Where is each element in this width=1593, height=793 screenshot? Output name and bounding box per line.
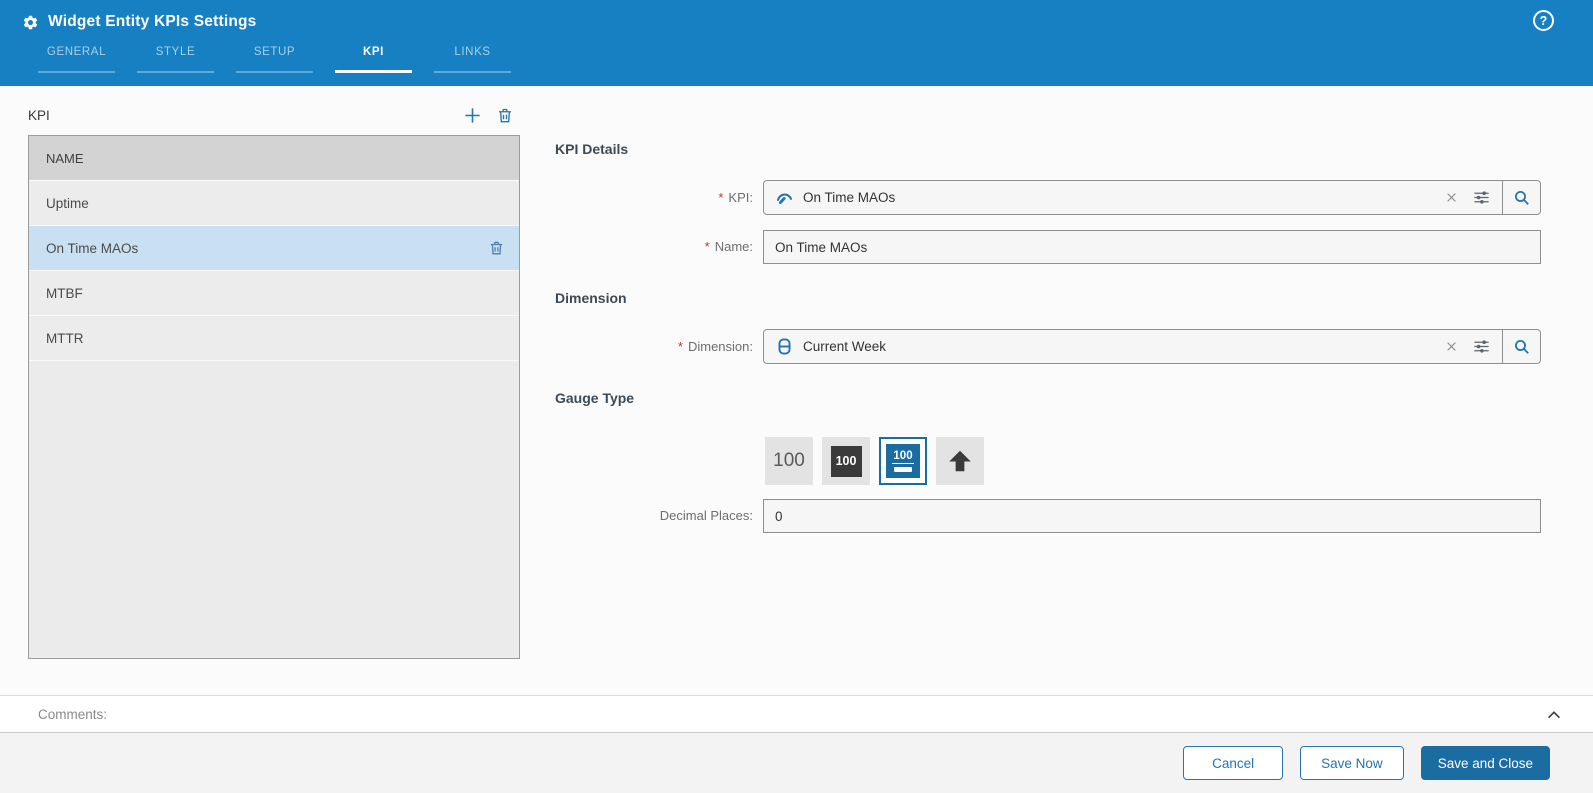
kpi-list-column-header: NAME xyxy=(29,136,519,181)
kpi-list: NAME Uptime On Time MAOs MTBF MTTR xyxy=(28,135,520,659)
dimension-value: Current Week xyxy=(803,339,887,354)
required-asterisk: * xyxy=(718,190,724,205)
kpi-details-heading: KPI Details xyxy=(555,141,629,157)
tab-kpi[interactable]: KPI xyxy=(324,46,423,73)
list-item-label: On Time MAOs xyxy=(46,240,139,256)
list-item-on-time-maos[interactable]: On Time MAOs xyxy=(29,226,519,271)
tab-setup[interactable]: SETUP xyxy=(225,46,324,73)
gear-icon xyxy=(23,15,38,29)
kpi-list-title: KPI xyxy=(28,108,50,123)
list-item-mtbf[interactable]: MTBF xyxy=(29,271,519,316)
tab-style[interactable]: STYLE xyxy=(126,46,225,73)
dimension-heading: Dimension xyxy=(555,290,627,306)
help-icon[interactable]: ? xyxy=(1533,10,1554,31)
gauge-type-heading: Gauge Type xyxy=(555,390,635,406)
list-item-mttr[interactable]: MTTR xyxy=(29,316,519,361)
cancel-button[interactable]: Cancel xyxy=(1183,746,1284,780)
tab-general[interactable]: GENERAL xyxy=(27,46,126,73)
gauge-option-trend-arrow[interactable] xyxy=(936,437,984,485)
plus-icon[interactable] xyxy=(463,106,482,125)
sliders-icon[interactable] xyxy=(1472,188,1491,207)
magnifier-icon xyxy=(1514,190,1529,205)
clear-x-icon[interactable] xyxy=(1445,340,1458,353)
gauge-type-options: 100 100 100 xyxy=(765,437,984,485)
dialog-header: Widget Entity KPIs Settings ? GENERAL ST… xyxy=(0,0,1593,86)
arrow-up-icon xyxy=(949,450,971,472)
decimal-places-label: Decimal Places: xyxy=(659,508,753,523)
trash-icon[interactable] xyxy=(496,106,514,125)
tab-links[interactable]: LINKS xyxy=(423,46,522,73)
dimension-lookup-field[interactable]: Current Week xyxy=(763,329,1541,364)
kpi-search-button[interactable] xyxy=(1502,181,1540,214)
list-item-label: MTTR xyxy=(46,330,84,346)
gauge-option-number-dark-box[interactable]: 100 xyxy=(822,437,870,485)
dimension-search-button[interactable] xyxy=(1502,330,1540,363)
gauge-icon xyxy=(776,193,793,204)
save-now-button[interactable]: Save Now xyxy=(1300,746,1404,780)
chevron-up-icon[interactable] xyxy=(1545,706,1563,724)
required-asterisk: * xyxy=(704,239,710,254)
kpi-value: On Time MAOs xyxy=(803,190,896,205)
gauge-option-number-with-bar[interactable]: 100 xyxy=(879,437,927,485)
list-item-label: Uptime xyxy=(46,195,89,211)
gauge-option-number-plain[interactable]: 100 xyxy=(765,437,813,485)
required-asterisk: * xyxy=(677,339,683,354)
save-and-close-button[interactable]: Save and Close xyxy=(1420,746,1550,780)
dialog-footer: Cancel Save Now Save and Close xyxy=(0,733,1593,793)
decimal-places-input[interactable] xyxy=(763,499,1541,533)
kpi-lookup-field[interactable]: On Time MAOs xyxy=(763,180,1541,215)
list-item-uptime[interactable]: Uptime xyxy=(29,181,519,226)
tab-bar: GENERAL STYLE SETUP KPI LINKS xyxy=(27,46,522,73)
dialog-title: Widget Entity KPIs Settings xyxy=(48,13,257,30)
comments-label: Comments: xyxy=(38,706,108,722)
database-icon xyxy=(778,338,791,355)
magnifier-icon xyxy=(1514,339,1529,354)
kpi-field-label: * KPI: xyxy=(718,190,753,205)
clear-x-icon[interactable] xyxy=(1445,191,1458,204)
name-input[interactable] xyxy=(763,230,1541,264)
dimension-field-label: * Dimension: xyxy=(677,339,753,354)
gauge-bar-shape xyxy=(894,467,912,473)
name-field-label: * Name: xyxy=(704,239,753,254)
comments-bar[interactable]: Comments: xyxy=(0,695,1593,733)
trash-icon[interactable] xyxy=(488,239,505,257)
sliders-icon[interactable] xyxy=(1472,337,1491,356)
list-item-label: MTBF xyxy=(46,285,83,301)
